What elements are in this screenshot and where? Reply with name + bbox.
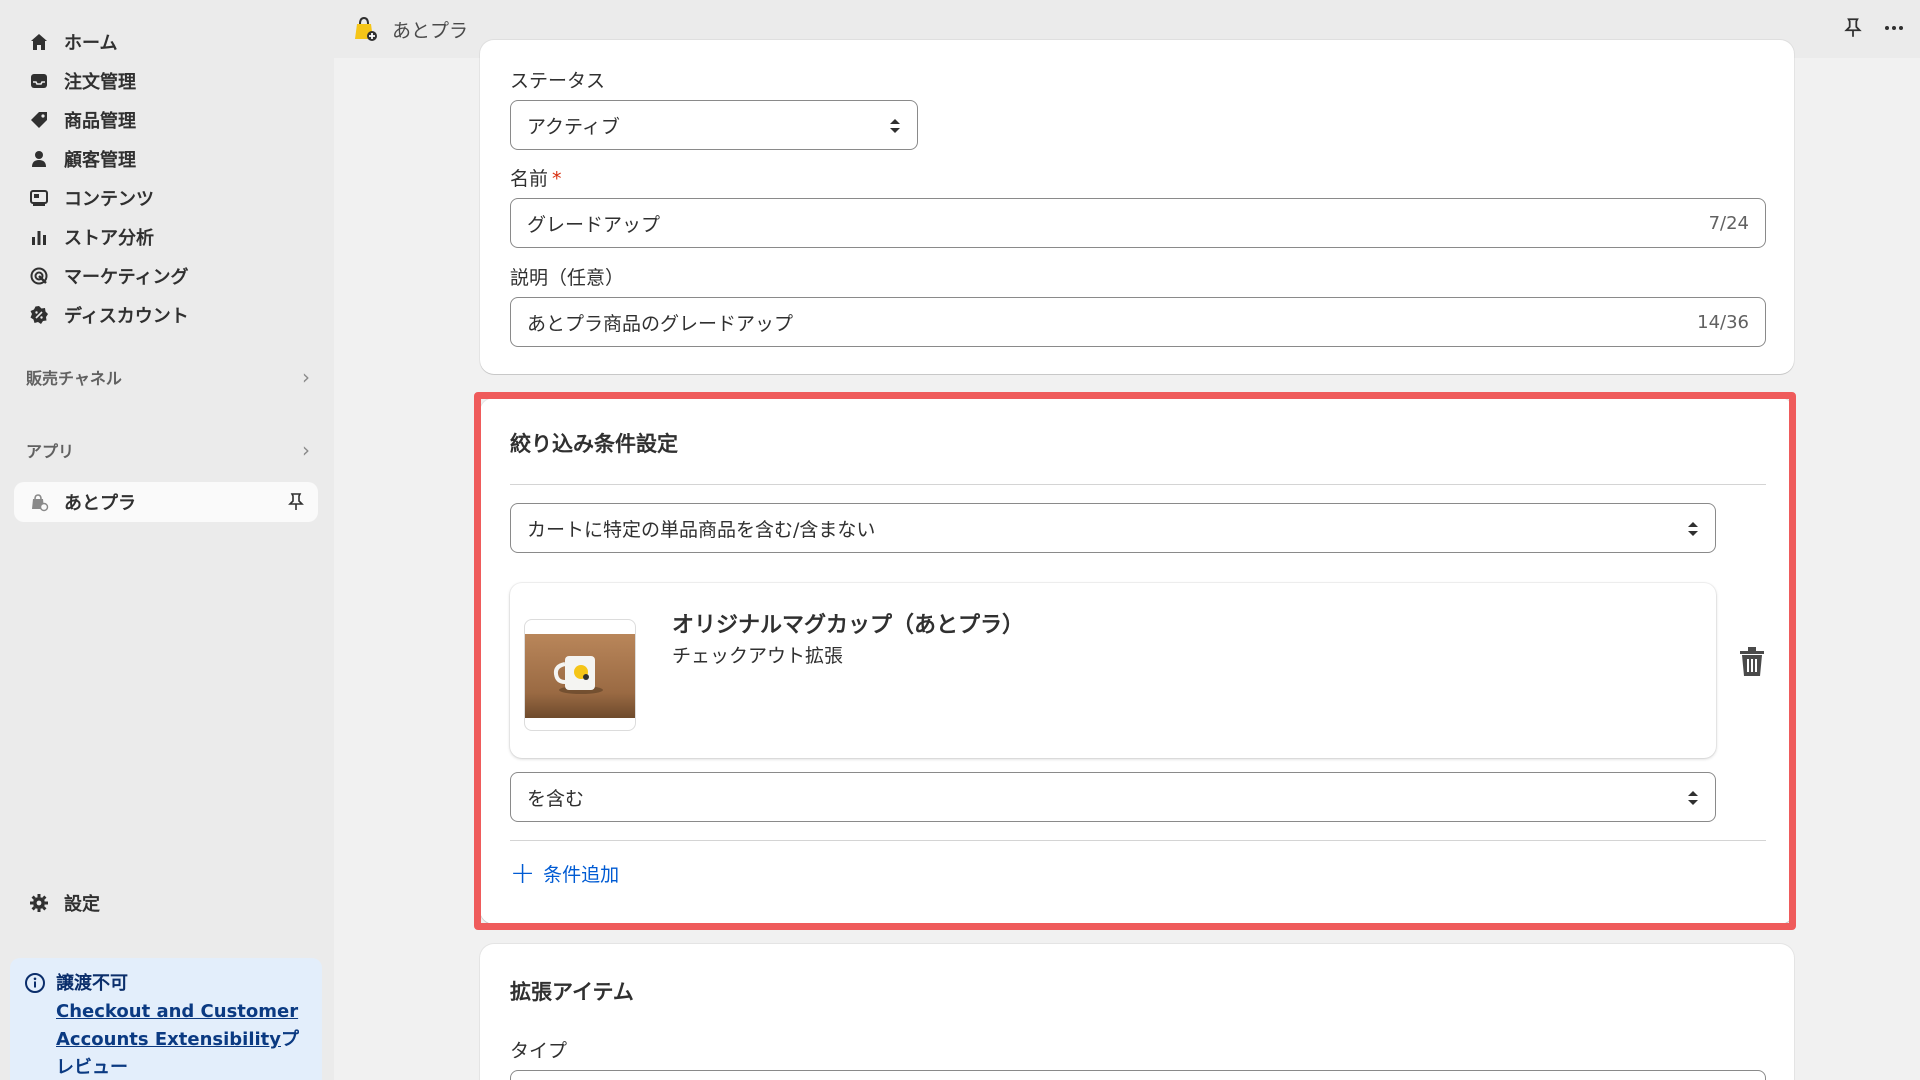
bar-chart-icon [28, 226, 50, 248]
app-title: あとプラ [392, 19, 469, 42]
status-label: ステータス [510, 70, 606, 92]
sidebar-item-label: ストア分析 [64, 227, 154, 249]
pin-icon[interactable] [284, 490, 308, 514]
discount-icon [28, 304, 50, 326]
topbar-actions [1842, 16, 1906, 44]
extension-section-title: 拡張アイテム [510, 980, 634, 1004]
name-label: 名前 * [510, 164, 562, 191]
select-arrows-icon [1685, 787, 1701, 809]
add-condition-button[interactable]: + 条件追加 [510, 855, 620, 891]
name-counter: 7/24 [1708, 212, 1749, 234]
apps-label: アプリ [26, 442, 75, 461]
sidebar-item-marketing[interactable]: マーケティング [14, 256, 320, 295]
gear-icon [28, 892, 50, 914]
apps-section[interactable]: アプリ › [26, 435, 310, 465]
notice-title: 譲渡不可 [56, 973, 128, 994]
more-options-icon[interactable] [1882, 16, 1906, 44]
content-icon [28, 187, 50, 209]
description-counter: 14/36 [1697, 311, 1749, 333]
divider [510, 484, 1766, 485]
app-bag-icon [28, 491, 50, 513]
description-label: 説明（任意） [510, 267, 625, 289]
extensibility-preview-link[interactable]: Checkout and Customer Accounts Extensibi… [56, 1001, 298, 1050]
plus-icon: + [510, 855, 536, 891]
product-subtitle: チェックアウト拡張 [672, 645, 844, 667]
sidebar-item-products[interactable]: 商品管理 [14, 100, 320, 139]
settings-label: 設定 [64, 894, 100, 915]
sidebar-item-analytics[interactable]: ストア分析 [14, 217, 320, 256]
chevron-right-icon: › [302, 438, 310, 462]
sidebar-item-label: 注文管理 [64, 71, 136, 93]
sales-channels-label: 販売チャネル [26, 369, 122, 388]
sidebar-item-atopura[interactable]: あとプラ [14, 482, 318, 522]
name-label-text: 名前 [510, 168, 549, 190]
sidebar-item-discounts[interactable]: ディスカウント [14, 295, 320, 334]
trash-icon[interactable] [1738, 646, 1766, 678]
include-select[interactable]: を含む [510, 772, 1716, 822]
sidebar-item-label: 商品管理 [64, 110, 136, 132]
product-name: オリジナルマグカップ（あとプラ） [672, 613, 1025, 638]
status-select[interactable]: アクティブ [510, 100, 918, 150]
type-select[interactable] [510, 1070, 1766, 1080]
extension-items-card [480, 944, 1794, 1080]
select-arrows-icon [887, 115, 903, 137]
sidebar-item-label: あとプラ [64, 493, 136, 514]
info-icon [24, 972, 46, 994]
add-condition-label: 条件追加 [543, 864, 620, 886]
sidebar-item-customers[interactable]: 顧客管理 [14, 139, 320, 178]
sales-channels-section[interactable]: 販売チャネル › [26, 362, 310, 392]
sidebar-item-label: マーケティング [64, 266, 189, 288]
target-icon [28, 265, 50, 287]
type-label: タイプ [510, 1040, 568, 1062]
tag-icon [28, 109, 50, 131]
condition-type-select[interactable]: カートに特定の単品商品を含む/含まない [510, 503, 1716, 553]
sidebar-item-label: ホーム [64, 32, 118, 54]
include-value: を含む [527, 787, 585, 810]
app-bag-icon [352, 15, 380, 43]
sidebar-item-label: コンテンツ [64, 188, 154, 210]
mug-image [525, 634, 635, 718]
person-icon [28, 148, 50, 170]
product-thumbnail [524, 619, 636, 731]
selected-product-card[interactable]: オリジナルマグカップ（あとプラ） チェックアウト拡張 [510, 583, 1716, 758]
sidebar-nav: ホーム 注文管理 商品管理 顧客管理 コンテンツ ストア分析 マーケティング デ… [14, 22, 320, 334]
sidebar-item-orders[interactable]: 注文管理 [14, 61, 320, 100]
condition-type-value: カートに特定の単品商品を含む/含まない [527, 518, 876, 541]
inbox-icon [28, 70, 50, 92]
name-field[interactable]: グレードアップ 7/24 [510, 198, 1766, 248]
name-value: グレードアップ [527, 213, 661, 236]
required-mark: * [552, 168, 562, 190]
non-transferable-notice: 譲渡不可 Checkout and Customer Accounts Exte… [10, 958, 322, 1080]
divider [510, 840, 1766, 841]
filter-section-title: 絞り込み条件設定 [510, 432, 678, 456]
sidebar-item-settings[interactable]: 設定 [28, 888, 100, 918]
description-value: あとプラ商品のグレードアップ [527, 312, 794, 335]
pin-icon[interactable] [1842, 17, 1864, 43]
sidebar-item-home[interactable]: ホーム [14, 22, 320, 61]
description-field[interactable]: あとプラ商品のグレードアップ 14/36 [510, 297, 1766, 347]
sidebar-item-label: 顧客管理 [64, 149, 136, 171]
status-value: アクティブ [527, 115, 620, 138]
select-arrows-icon [1685, 518, 1701, 540]
home-icon [28, 31, 50, 53]
chevron-right-icon: › [302, 365, 310, 389]
sidebar: ホーム 注文管理 商品管理 顧客管理 コンテンツ ストア分析 マーケティング デ… [0, 0, 334, 1080]
sidebar-item-label: ディスカウント [64, 305, 189, 327]
sidebar-item-content[interactable]: コンテンツ [14, 178, 320, 217]
